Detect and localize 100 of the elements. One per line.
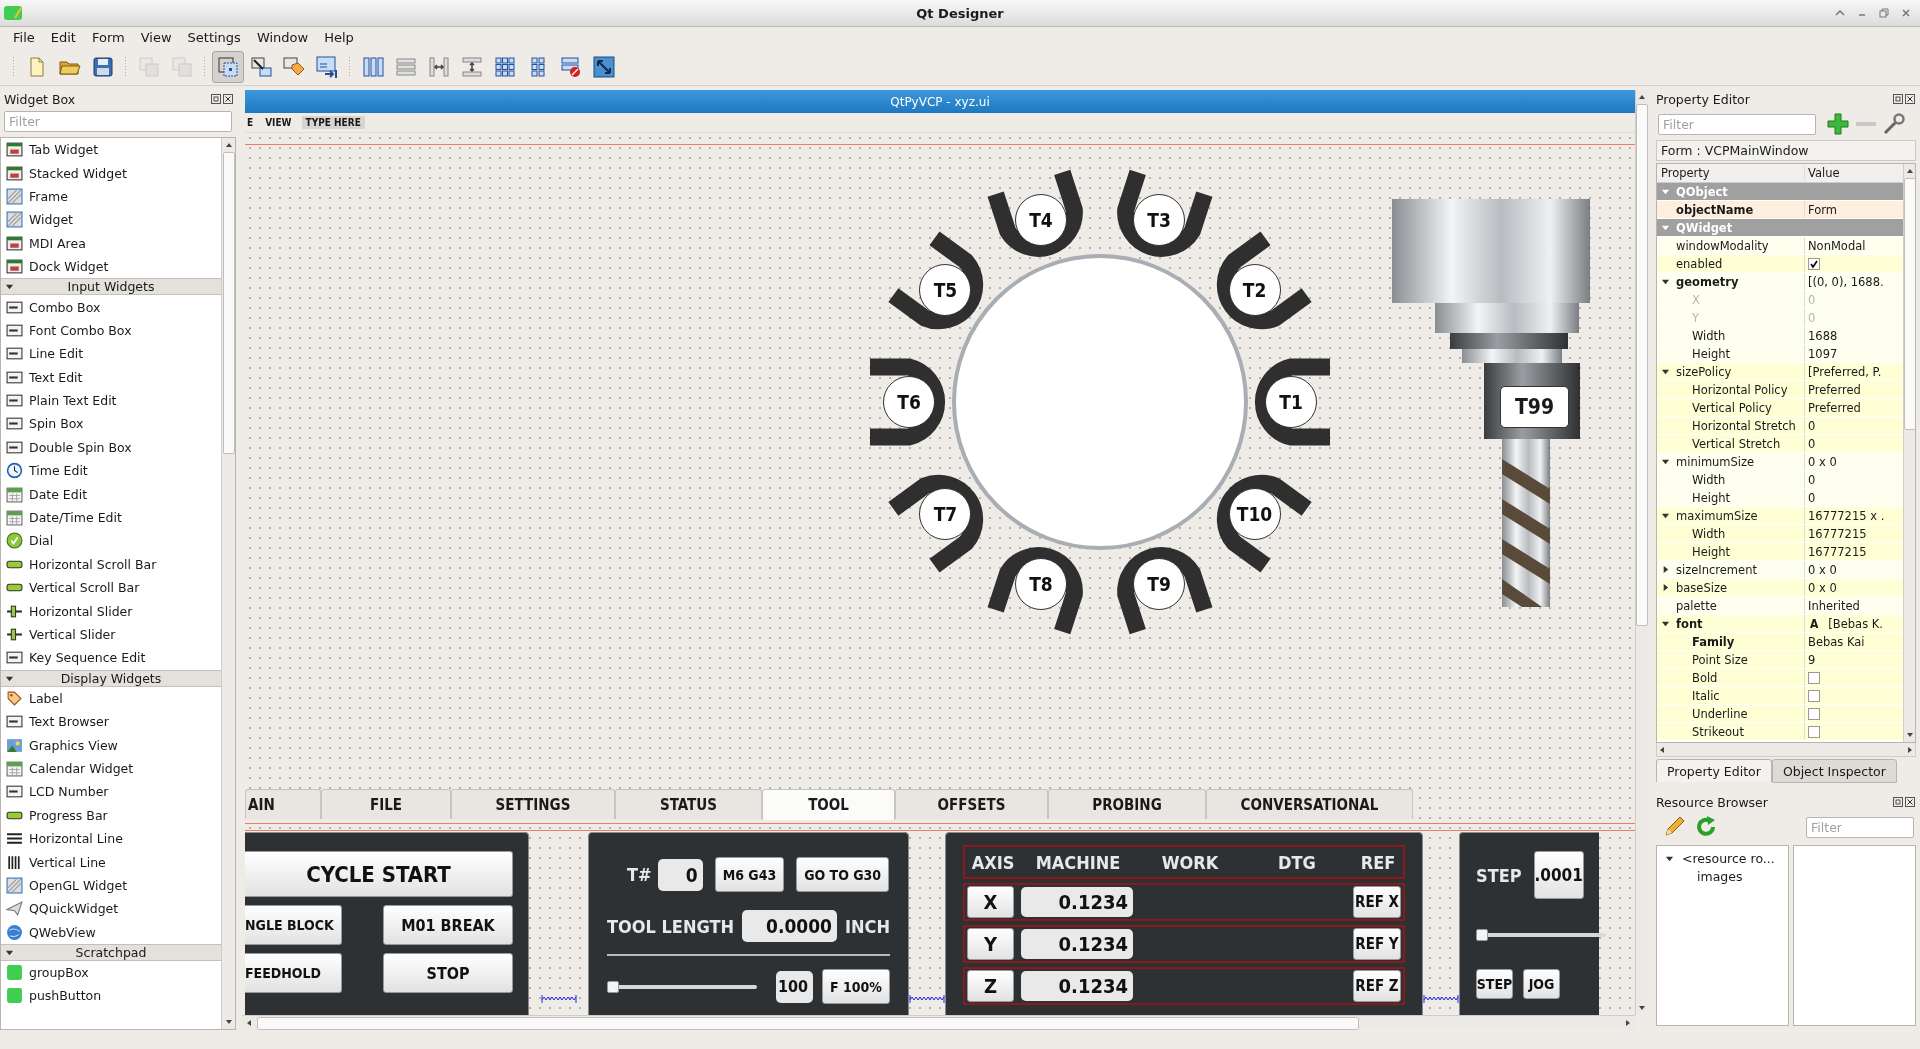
wrench-icon[interactable] xyxy=(1882,112,1906,136)
float-icon[interactable] xyxy=(1893,94,1903,104)
tab[interactable]: Property Editor xyxy=(1656,759,1772,782)
tab[interactable]: AIN xyxy=(245,789,321,819)
reload-icon[interactable] xyxy=(1694,815,1718,839)
property-row[interactable]: objectName Form xyxy=(1657,201,1903,219)
property-row[interactable]: Horizontal Stretch 0 xyxy=(1657,417,1903,435)
slider-handle[interactable] xyxy=(1476,929,1488,941)
widget-item[interactable]: Text Browser xyxy=(29,714,109,730)
filter-field[interactable]: Filter xyxy=(1658,113,1816,135)
expanded-arrow-icon[interactable] xyxy=(5,282,14,292)
expanded-arrow-icon[interactable] xyxy=(1661,367,1670,376)
widget-item[interactable]: OpenGL Widget xyxy=(29,877,128,893)
widget-item[interactable]: Dock Widget xyxy=(29,259,109,275)
property-row[interactable]: Width 1688 xyxy=(1657,327,1903,345)
widget-item[interactable]: Vertical Slider xyxy=(29,627,116,642)
slider-handle[interactable] xyxy=(607,980,619,993)
collapsed-arrow-icon[interactable] xyxy=(1661,583,1670,592)
close-icon[interactable] xyxy=(1905,797,1915,807)
widget-item[interactable]: Graphics View xyxy=(29,737,118,753)
menu-item[interactable]: View xyxy=(133,30,179,45)
step-size-button[interactable]: .0001 xyxy=(1533,851,1584,899)
property-row[interactable]: Underline xyxy=(1657,705,1903,723)
menu-item[interactable]: Help xyxy=(317,30,361,45)
control-button[interactable]: M6 G43 xyxy=(714,857,785,892)
pencil-icon[interactable] xyxy=(1662,815,1686,839)
tree-item[interactable]: images xyxy=(1697,868,1743,884)
cycle-start-button[interactable]: CYCLE START xyxy=(245,851,513,897)
widget-item[interactable]: Line Edit xyxy=(29,346,84,362)
tab[interactable]: PROBING xyxy=(1048,789,1206,819)
checkbox[interactable] xyxy=(1808,707,1820,720)
widget-item[interactable]: Stacked Widget xyxy=(29,165,127,181)
widget-item[interactable]: Frame xyxy=(29,188,68,204)
widget-item[interactable]: Font Combo Box xyxy=(29,322,132,338)
property-row[interactable]: Height 16777215 xyxy=(1657,543,1903,561)
filter-field[interactable]: Filter xyxy=(1806,816,1914,838)
widget-item[interactable]: LCD Number xyxy=(29,784,109,800)
expanded-arrow-icon[interactable] xyxy=(1661,619,1670,628)
checkbox[interactable] xyxy=(1808,689,1820,702)
axis-button[interactable]: X xyxy=(967,886,1014,918)
category-header[interactable]: Scratchpad xyxy=(1,943,221,961)
expanded-arrow-icon[interactable] xyxy=(1661,511,1670,520)
checkbox[interactable] xyxy=(1808,671,1820,684)
tab[interactable]: FILE xyxy=(321,789,451,819)
property-row[interactable]: Bold xyxy=(1657,669,1903,687)
expanded-arrow-icon[interactable] xyxy=(1661,277,1670,286)
axis-button[interactable]: Z xyxy=(967,970,1014,1002)
widget-item[interactable]: MDI Area xyxy=(29,235,86,251)
type-here-item[interactable]: TYPE HERE xyxy=(301,116,365,129)
menu-item[interactable]: Edit xyxy=(43,30,83,45)
float-icon[interactable] xyxy=(1893,797,1903,807)
widget-item[interactable]: QQuickWidget xyxy=(29,901,119,917)
control-button[interactable]: FEEDHOLD xyxy=(245,953,342,993)
add-icon[interactable] xyxy=(1826,112,1850,136)
filter-field[interactable]: Filter xyxy=(4,111,232,132)
property-row[interactable]: Height 1097 xyxy=(1657,345,1903,363)
tab[interactable]: SETTINGS xyxy=(451,789,615,819)
tab[interactable]: OFFSETS xyxy=(895,789,1048,819)
widget-item[interactable]: Label xyxy=(29,690,63,706)
widget-item[interactable]: Combo Box xyxy=(29,299,101,315)
widget-item[interactable]: Text Edit xyxy=(29,369,83,385)
feed-field[interactable]: 100 xyxy=(776,970,814,1003)
menu-item[interactable]: File xyxy=(6,30,42,45)
widget-item[interactable]: Date/Time Edit xyxy=(29,510,122,526)
widget-item[interactable]: Spin Box xyxy=(29,416,84,432)
widget-item[interactable]: Date Edit xyxy=(29,486,88,502)
ref-button[interactable]: REF Z xyxy=(1353,970,1401,1002)
property-row[interactable]: Strikeout xyxy=(1657,723,1903,741)
widget-item[interactable]: Horizontal Slider xyxy=(29,603,133,619)
slider[interactable] xyxy=(607,980,758,993)
tree-item[interactable]: <resource ro... xyxy=(1682,850,1775,866)
ref-button[interactable]: REF X xyxy=(1353,886,1401,918)
widget-item[interactable]: Vertical Scroll Bar xyxy=(29,580,140,596)
widget-item[interactable]: Horizontal Scroll Bar xyxy=(29,556,157,572)
property-row[interactable]: enabled xyxy=(1657,255,1903,273)
collapsed-arrow-icon[interactable] xyxy=(1661,565,1670,574)
property-row[interactable]: geometry [(0, 0), 1688. xyxy=(1657,273,1903,291)
form-menu-item[interactable]: VIEW xyxy=(263,116,298,129)
tool-number-field[interactable]: 0 xyxy=(657,858,703,891)
axis-button[interactable]: Y xyxy=(967,928,1014,960)
property-row[interactable]: Family Bebas Kai xyxy=(1657,633,1903,651)
checkbox[interactable] xyxy=(1808,725,1820,738)
mode-button[interactable]: STEP xyxy=(1476,969,1513,999)
expanded-arrow-icon[interactable] xyxy=(1661,457,1670,466)
property-row[interactable]: sizeIncrement 0 x 0 xyxy=(1657,561,1903,579)
widget-item[interactable]: Calendar Widget xyxy=(29,760,134,776)
tool-length-field[interactable]: 0.0000 xyxy=(742,910,837,942)
widget-item[interactable]: Widget xyxy=(29,212,74,228)
control-button[interactable]: GO TO G30 xyxy=(796,857,890,892)
property-row[interactable]: Height 0 xyxy=(1657,489,1903,507)
menu-item[interactable]: Form xyxy=(84,30,132,45)
widget-item[interactable]: Key Sequence Edit xyxy=(29,650,146,666)
property-row[interactable]: font A [Bebas K. xyxy=(1657,615,1903,633)
property-row[interactable]: Italic xyxy=(1657,687,1903,705)
tab[interactable]: Object Inspector xyxy=(1771,759,1897,783)
widget-item[interactable]: groupBox xyxy=(29,965,89,981)
widget-item[interactable]: pushButton xyxy=(29,988,102,1004)
widget-item[interactable]: Double Spin Box xyxy=(29,439,132,455)
widget-item[interactable]: Progress Bar xyxy=(29,807,108,823)
control-button[interactable]: STOP xyxy=(383,953,513,993)
